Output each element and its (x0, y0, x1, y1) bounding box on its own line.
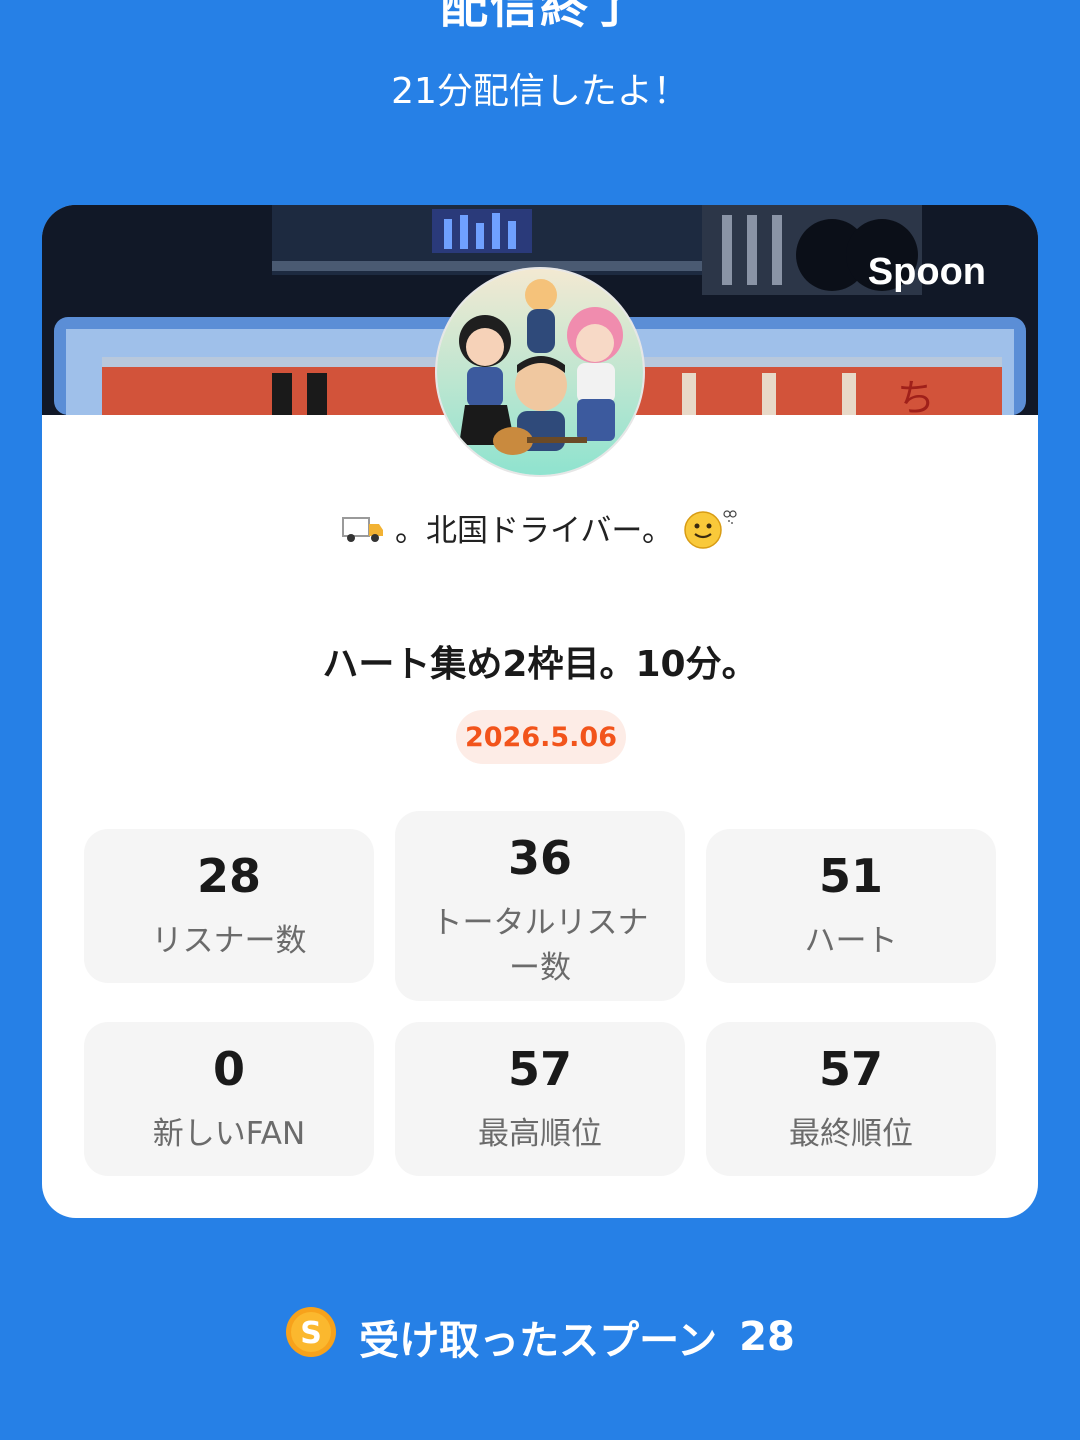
dj-avatar[interactable] (437, 269, 643, 475)
stat-value: 57 (818, 1042, 883, 1096)
stat-value: 51 (818, 849, 883, 903)
summary-card: ち Spoon 。北国ドライバー。 ハート集め2枠目。10分。 2026.5.0… (42, 205, 1038, 1218)
stat-label: 最終順位 (789, 1116, 913, 1152)
stat-final-rank: 57 最終順位 (706, 1022, 996, 1176)
page-title: 配信終了 (439, 0, 640, 34)
stat-value: 57 (507, 1042, 572, 1096)
stat-total-listeners: 36 トータルリスナー数 (395, 811, 685, 1001)
broadcast-duration: 21分配信したよ！ (391, 71, 689, 112)
truck-icon (341, 514, 385, 552)
live-title: ハート集め2枠目。10分。 (322, 644, 758, 685)
live-end-screen: 配信終了 21分配信したよ！ ち Spoon 。北国ドライバー。 ハート集め2枠… (0, 0, 1080, 1440)
svg-text:ち: ち (897, 376, 935, 415)
stat-label: 新しいFAN (152, 1116, 306, 1152)
stat-label: 最高順位 (478, 1116, 602, 1152)
spoons-label: 受け取ったスプーン (359, 1318, 718, 1364)
dj-name-text: 。北国ドライバー。 (394, 513, 674, 549)
spoon-coin-icon: S (285, 1306, 337, 1368)
stat-label: リスナー数 (151, 923, 307, 959)
date-badge: 2026.5.06 (456, 710, 626, 764)
svg-text:S: S (300, 1316, 322, 1351)
spoons-count: 28 (739, 1314, 795, 1360)
spoon-logo: Spoon (867, 251, 986, 293)
stat-value: 36 (507, 831, 572, 885)
avatar-illustration (437, 269, 643, 475)
stat-listeners: 28 リスナー数 (84, 829, 374, 983)
stat-best-rank: 57 最高順位 (395, 1022, 685, 1176)
stat-value: 0 (212, 1042, 245, 1096)
dj-name: 。北国ドライバー。 (42, 505, 1038, 558)
stat-label: トータルリスナー数 (431, 905, 649, 986)
stat-hearts: 51 ハート (706, 829, 996, 983)
stat-value: 28 (196, 849, 261, 903)
smile-icon (683, 508, 739, 558)
stat-label: ハート (804, 923, 898, 959)
received-spoons: S 受け取ったスプーン 28 (0, 1306, 1080, 1368)
stat-new-fans: 0 新しいFAN (84, 1022, 374, 1176)
